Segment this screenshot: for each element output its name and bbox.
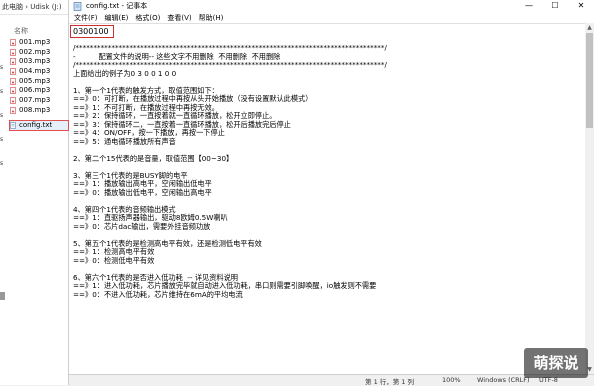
breadcrumb-udisk[interactable]: Udisk (J:) bbox=[30, 3, 61, 11]
window-title: config.txt - 记事本 bbox=[86, 2, 148, 10]
file-name: 003.mp3 bbox=[19, 57, 51, 66]
file-item-002[interactable]: 002.mp3 bbox=[10, 48, 68, 57]
file-item-006[interactable]: 006.mp3 bbox=[10, 86, 68, 95]
text-line[interactable]: ==》0：播放输出低电平，空闲输出高电平 bbox=[73, 188, 387, 198]
file-name: 004.mp3 bbox=[19, 67, 51, 76]
text-editor-area[interactable]: 0300100 /*******************************… bbox=[69, 23, 585, 375]
file-item-004[interactable]: 004.mp3 bbox=[10, 67, 68, 76]
mp3-file-icon bbox=[10, 68, 16, 75]
menu-view[interactable]: 查看(V) bbox=[166, 13, 192, 23]
notepad-window: config.txt - 记事本 — ☐ ✕ 文件(F) 编辑(E) 格式(O)… bbox=[69, 0, 594, 386]
close-button[interactable]: ✕ bbox=[568, 0, 594, 12]
file-item-005[interactable]: 005.mp3 bbox=[10, 77, 68, 86]
text-line[interactable]: ==》0：检测低电平有效 bbox=[73, 256, 387, 266]
file-name: 008.mp3 bbox=[19, 105, 51, 114]
mp3-file-icon bbox=[10, 107, 16, 114]
mp3-file-icon bbox=[10, 39, 16, 46]
mp3-file-icon bbox=[10, 87, 16, 95]
file-name: 007.mp3 bbox=[19, 96, 51, 105]
scroll-up-arrow-icon[interactable]: ▲ bbox=[585, 23, 594, 32]
nav-label[interactable]: s bbox=[0, 80, 8, 104]
notepad-icon bbox=[73, 1, 82, 11]
mp3-file-icon bbox=[10, 77, 16, 85]
text-line[interactable]: ==》0：不进入低功耗，芯片维持在6mA的平均电流 bbox=[73, 290, 387, 300]
minimize-button[interactable]: — bbox=[516, 0, 542, 12]
file-name: 002.mp3 bbox=[19, 47, 51, 56]
file-item-008[interactable]: 008.mp3 bbox=[10, 106, 68, 115]
text-line[interactable]: 上面给出的例子为0 3 0 0 1 0 0 bbox=[73, 69, 387, 79]
file-item-007[interactable]: 007.mp3 bbox=[10, 96, 68, 105]
text-line[interactable]: ==》5：通电循环播放所有声音 bbox=[73, 137, 387, 147]
maximize-button[interactable]: ☐ bbox=[542, 0, 568, 12]
file-name: 001.mp3 bbox=[19, 38, 51, 46]
breadcrumb[interactable]: 此电脑 › Udisk (J:) bbox=[0, 0, 68, 15]
file-item-config-selected[interactable]: config.txt bbox=[9, 119, 69, 131]
mp3-file-icon bbox=[10, 48, 16, 56]
file-explorer-pane: 此电脑 › Udisk (J:) s s s s s 名称 001.mp3 00… bbox=[0, 0, 69, 385]
file-name: config.txt bbox=[19, 120, 53, 129]
file-name: 005.mp3 bbox=[19, 76, 51, 85]
nav-label[interactable]: s bbox=[0, 128, 8, 152]
text-line[interactable]: ==》0：芯片dac输出，需要外挂音频功放 bbox=[73, 222, 387, 232]
nav-label[interactable]: s bbox=[0, 152, 8, 176]
scroll-thumb[interactable] bbox=[586, 33, 593, 128]
file-item-003[interactable]: 003.mp3 bbox=[10, 57, 68, 66]
menu-edit[interactable]: 编辑(E) bbox=[104, 13, 130, 23]
menu-file[interactable]: 文件(F) bbox=[73, 13, 99, 23]
nav-pane-labels: s s s s s bbox=[0, 56, 8, 176]
zoom-level: 100% bbox=[442, 376, 461, 384]
name-column-header[interactable]: 名称 bbox=[14, 26, 28, 36]
status-bar: 第 1 行，第 1 列 100% Windows (CRLF) UTF-8 bbox=[69, 374, 594, 386]
nav-label[interactable]: s bbox=[0, 56, 8, 80]
file-name: 006.mp3 bbox=[19, 86, 51, 95]
mp3-file-icon bbox=[10, 58, 16, 66]
file-item-001[interactable]: 001.mp3 bbox=[10, 38, 68, 47]
menu-help[interactable]: 帮助(H) bbox=[198, 13, 225, 23]
menu-format[interactable]: 格式(O) bbox=[134, 13, 161, 23]
breadcrumb-this-pc[interactable]: 此电脑 bbox=[2, 3, 23, 11]
file-list: 001.mp3 002.mp3 003.mp3 004.mp3 005.mp3 … bbox=[9, 38, 69, 131]
text-line[interactable]: 2、第二个15代表的是音量，取值范围【00~30】 bbox=[73, 154, 387, 164]
nav-label[interactable]: s bbox=[0, 104, 8, 128]
menu-bar: 文件(F) 编辑(E) 格式(O) 查看(V) 帮助(H) bbox=[69, 12, 594, 23]
config-value-line[interactable]: 0300100 bbox=[70, 25, 114, 38]
watermark-logo: 萌探说 bbox=[524, 348, 588, 378]
line-ending: Windows (CRLF) bbox=[477, 376, 530, 384]
mp3-file-icon bbox=[10, 97, 16, 104]
text-file-icon bbox=[10, 122, 16, 129]
editor-text-lines[interactable]: /***************************************… bbox=[73, 43, 387, 300]
title-bar[interactable]: config.txt - 记事本 — ☐ ✕ bbox=[69, 0, 594, 12]
explorer-scrollbar[interactable] bbox=[0, 292, 5, 300]
vertical-scrollbar[interactable]: ▲ ▼ bbox=[585, 23, 594, 374]
